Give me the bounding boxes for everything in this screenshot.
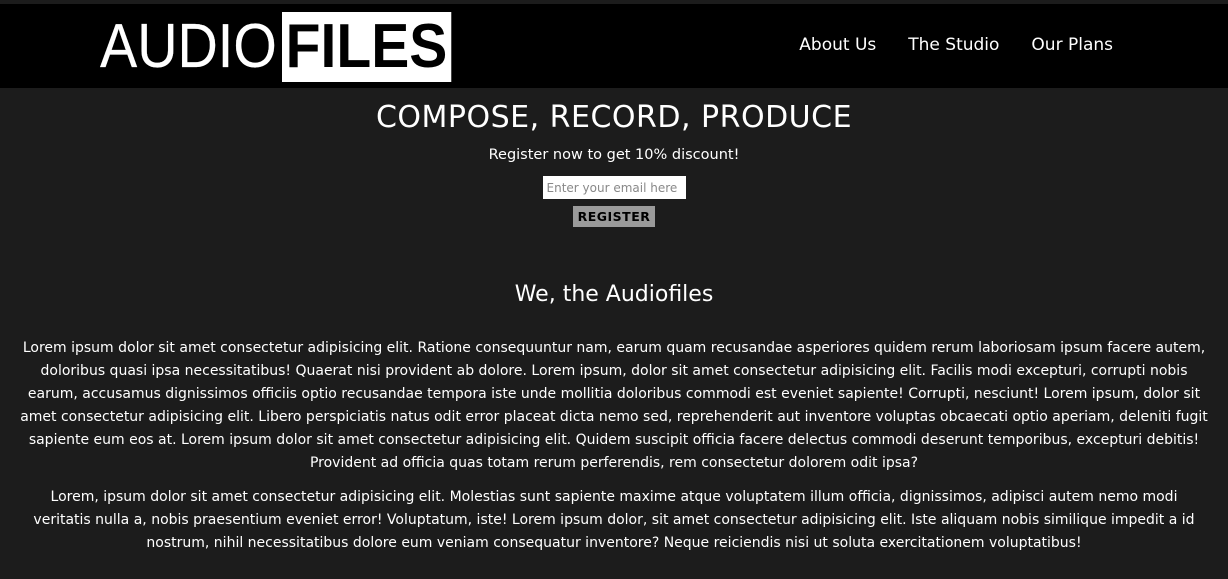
logo-files-text: FILES [282,12,452,82]
promo-text: Register now to get 10% discount! [488,147,740,163]
logo[interactable]: AUDIO FILES [100,12,466,82]
about-heading: We, the Audiofiles [514,282,714,307]
hero-section: COMPOSE, RECORD, PRODUCE Register now to… [0,88,1228,227]
logo-audio-text: AUDIO [100,12,277,81]
register-button[interactable]: REGISTER [572,206,656,227]
site-header: AUDIO FILES About Us The Studio Our Plan… [0,4,1228,88]
email-input[interactable] [542,176,686,199]
about-section: We, the Audiofiles Lorem ipsum dolor sit… [0,282,1228,555]
hero-title: COMPOSE, RECORD, PRODUCE [375,100,853,135]
about-paragraph: Lorem ipsum dolor sit amet consectetur a… [20,340,1208,471]
nav-the-studio[interactable]: The Studio [908,35,999,55]
main-nav: About Us The Studio Our Plans [799,35,1113,55]
nav-our-plans[interactable]: Our Plans [1031,35,1113,55]
nav-about-us[interactable]: About Us [799,35,876,55]
about-paragraph: Lorem, ipsum dolor sit amet consectetur … [33,489,1195,551]
